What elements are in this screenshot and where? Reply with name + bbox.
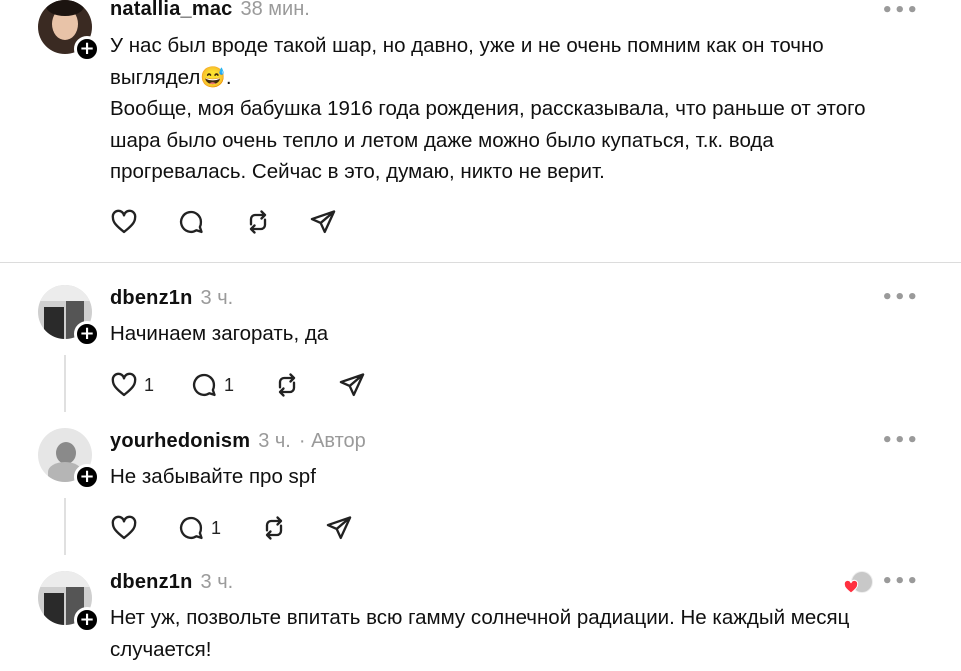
like-button[interactable]: [110, 514, 177, 542]
heart-filled-icon: [843, 579, 859, 594]
action-bar: [110, 208, 369, 236]
like-button[interactable]: [110, 208, 177, 236]
more-options-icon[interactable]: •••: [881, 0, 919, 21]
action-bar: 1 1: [110, 371, 398, 399]
reply-header: dbenz1n 3 ч.: [110, 287, 233, 311]
avatar-dbenz1n[interactable]: +: [38, 571, 100, 633]
post-main: + natallia_mac 38 мин. ••• У нас был вро…: [0, 0, 961, 262]
divider: [0, 262, 961, 263]
share-button[interactable]: [309, 208, 369, 236]
comment-button[interactable]: 1: [177, 514, 260, 542]
comment-icon: [179, 210, 203, 234]
comment-button[interactable]: 1: [190, 371, 273, 399]
more-options-icon[interactable]: •••: [881, 430, 919, 451]
username[interactable]: yourhedonism: [110, 430, 250, 453]
liked-by-author-indicator[interactable]: [843, 571, 873, 595]
follow-plus-icon[interactable]: +: [74, 607, 100, 633]
reply-yourhedonism: + yourhedonism 3 ч. · Автор ••• Не забыв…: [0, 428, 961, 568]
comment-button[interactable]: [177, 208, 244, 236]
timestamp: 38 мин.: [240, 0, 310, 20]
reply-dbenz1n: + dbenz1n 3 ч. ••• Начинаем загорать, да…: [0, 285, 961, 425]
comment-icon: [192, 373, 216, 397]
like-count: 1: [144, 374, 155, 395]
timestamp: 3 ч.: [200, 287, 234, 309]
thread-line: [64, 498, 66, 555]
avatar-natallia[interactable]: +: [38, 0, 100, 62]
share-icon: [310, 210, 336, 234]
share-button[interactable]: [325, 514, 385, 542]
post-header: natallia_mac 38 мин.: [110, 0, 310, 22]
timestamp: 3 ч.: [258, 430, 291, 452]
timestamp: 3 ч.: [200, 571, 234, 593]
avatar-dbenz1n[interactable]: +: [38, 285, 100, 347]
share-icon: [339, 373, 365, 397]
share-icon: [326, 516, 352, 540]
repost-icon: [278, 373, 296, 397]
post-paragraph: У нас был вроде такой шар, но давно, уже…: [110, 34, 824, 89]
comment-count: 1: [211, 517, 222, 538]
username[interactable]: dbenz1n: [110, 287, 193, 310]
like-button[interactable]: 1: [110, 371, 190, 399]
follow-plus-icon[interactable]: +: [74, 464, 100, 490]
post-paragraph: Вообще, моя бабушка 1916 года рождения, …: [110, 97, 866, 183]
comment-icon: [179, 516, 203, 540]
reply-text: Не забывайте про spf: [110, 465, 316, 488]
share-button[interactable]: [338, 371, 398, 399]
heart-icon: [111, 372, 137, 397]
action-bar: 1: [110, 514, 385, 542]
repost-button[interactable]: [260, 514, 325, 542]
follow-plus-icon[interactable]: +: [74, 36, 100, 62]
repost-button[interactable]: [244, 208, 309, 236]
post-text: У нас был вроде такой шар, но давно, уже…: [110, 30, 910, 188]
repost-button[interactable]: [273, 371, 338, 399]
more-options-icon[interactable]: •••: [881, 571, 919, 592]
reply-dbenz1n-2: + dbenz1n 3 ч. ••• Нет уж, позвольте впи…: [0, 571, 961, 671]
heart-icon: [111, 209, 137, 234]
reply-text: Нет уж, позвольте впитать всю гамму солн…: [110, 606, 850, 661]
reply-text: Начинаем загорать, да: [110, 322, 329, 345]
repost-icon: [265, 516, 283, 540]
more-options-icon[interactable]: •••: [881, 287, 919, 308]
heart-icon: [111, 515, 137, 540]
repost-icon: [249, 210, 267, 234]
username[interactable]: natallia_mac: [110, 0, 232, 21]
thread-line: [64, 355, 66, 412]
avatar-yourhedonism[interactable]: +: [38, 428, 100, 490]
comment-count: 1: [224, 374, 235, 395]
follow-plus-icon[interactable]: +: [74, 321, 100, 347]
reply-header: yourhedonism 3 ч. · Автор: [110, 430, 366, 454]
username[interactable]: dbenz1n: [110, 571, 193, 594]
author-badge: · Автор: [298, 430, 366, 452]
reply-header: dbenz1n 3 ч.: [110, 571, 233, 595]
